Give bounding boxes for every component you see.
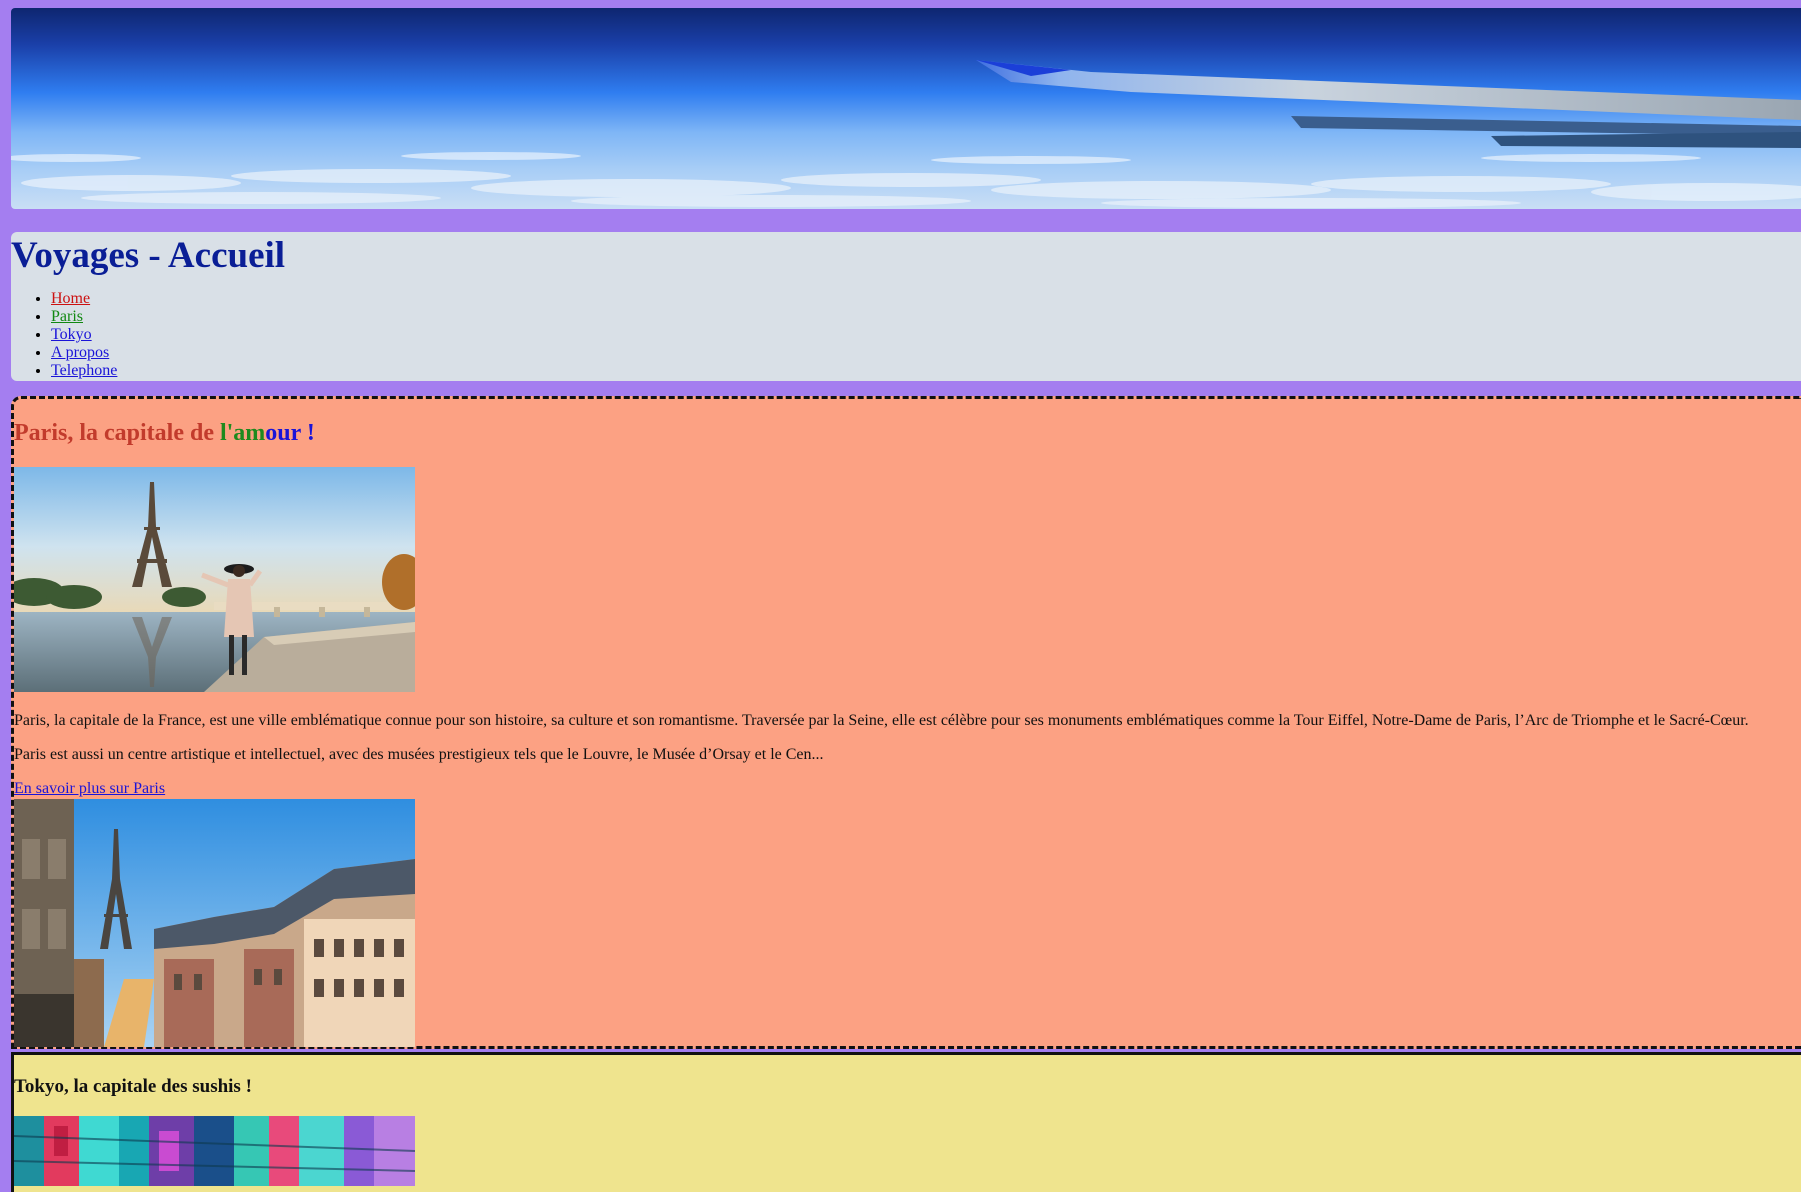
tokyo-street-photo	[14, 1116, 415, 1186]
banner-image	[11, 8, 1801, 209]
paris-rooftops-photo	[14, 799, 415, 1047]
paris-paragraph-1: Paris, la capitale de la France, est une…	[14, 712, 1749, 729]
banner-sky-illustration	[11, 8, 1801, 209]
paris-heading-part3: our !	[265, 420, 315, 446]
nav-link-tokyo[interactable]: Tokyo	[51, 326, 92, 343]
nav-item-paris: Paris	[51, 308, 117, 326]
nav-item-tokyo: Tokyo	[51, 326, 117, 344]
page-title: Voyages - Accueil	[11, 235, 286, 276]
nav-link-telephone[interactable]: Telephone	[51, 362, 117, 379]
site-header: Voyages - Accueil Home Paris Tokyo A pro…	[11, 232, 1801, 381]
paris-more-link[interactable]: En savoir plus sur Paris	[14, 780, 165, 798]
nav-link-a-propos[interactable]: A propos	[51, 344, 109, 361]
paris-heading-part1: Paris, la capitale de	[14, 420, 220, 446]
paris-paragraph-2: Paris est aussi un centre artistique et …	[14, 746, 824, 763]
tokyo-section: Tokyo, la capitale des sushis !	[11, 1052, 1801, 1192]
nav-item-home: Home	[51, 290, 117, 308]
paris-section: Paris, la capitale de l'amour ! Paris, l…	[11, 396, 1801, 1049]
nav-link-home[interactable]: Home	[51, 290, 90, 307]
tokyo-heading: Tokyo, la capitale des sushis !	[14, 1076, 252, 1097]
main-nav: Home Paris Tokyo A propos Telephone	[11, 290, 117, 380]
nav-item-a-propos: A propos	[51, 344, 117, 362]
paris-eiffel-photo	[14, 467, 415, 692]
nav-link-paris[interactable]: Paris	[51, 308, 83, 325]
paris-heading: Paris, la capitale de l'amour !	[14, 419, 315, 448]
nav-item-telephone: Telephone	[51, 362, 117, 380]
paris-heading-part2: l'am	[219, 420, 266, 446]
